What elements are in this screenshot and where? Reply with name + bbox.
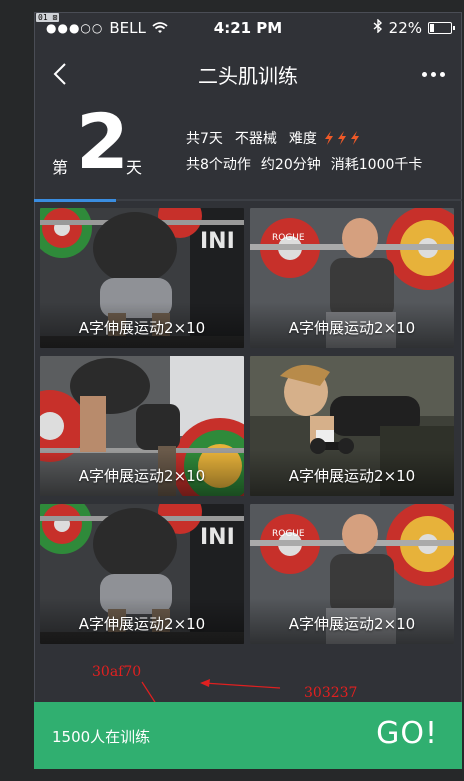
lightning-bolt-icon [350, 131, 359, 145]
bluetooth-icon [373, 18, 383, 37]
day-prefix: 第 [52, 158, 69, 177]
exercise-label: A字伸展运动2×10 [78, 319, 206, 337]
lightning-bolt-icon [324, 131, 333, 145]
difficulty-label: 难度 [288, 131, 317, 147]
exercise-card[interactable]: INI A字伸展运动2×10 [40, 504, 244, 644]
lightning-bolt-icon [337, 131, 346, 145]
exercise-label: A字伸展运动2×10 [288, 615, 416, 633]
action-count: 共8个动作 [186, 157, 251, 173]
svg-text:INI: INI [200, 229, 235, 254]
battery-icon [428, 22, 455, 34]
more-button[interactable] [418, 64, 448, 84]
day-header: 第 2 天 共7天 不器械 难度 共8个动作 约20分钟 消耗1000千卡 [34, 102, 462, 200]
plan-detail-row: 共8个动作 约20分钟 消耗1000千卡 [186, 154, 422, 174]
day-suffix: 天 [126, 158, 143, 177]
exercise-label: A字伸展运动2×10 [288, 467, 416, 485]
progress-tab-line [34, 199, 462, 202]
more-dot [430, 71, 436, 77]
svg-text:ROGUE: ROGUE [272, 529, 305, 539]
page-title: 二头肌训练 [198, 64, 298, 88]
nav-bar: 二头肌训练 [34, 52, 462, 96]
device-frame-tag: 01 ⊠ [36, 13, 60, 22]
day-number: 2 [76, 97, 129, 186]
phone-screen: ●●●○○ BELL 4:21 PM 22% 二头肌训练 第 2 天 共7天 不… [34, 12, 462, 769]
plan-summary-row: 共7天 不器械 难度 [186, 128, 361, 148]
svg-text:INI: INI [200, 525, 235, 550]
exercise-label: A字伸展运动2×10 [78, 467, 206, 485]
status-bar: ●●●○○ BELL 4:21 PM 22% [34, 12, 462, 44]
difficulty-rating [323, 131, 361, 145]
difficulty: 难度 [289, 128, 361, 148]
more-dots-icon [421, 71, 427, 77]
exercise-label: A字伸展运动2×10 [78, 615, 206, 633]
exercise-card[interactable]: ROGUE A字伸展运动2×10 [250, 504, 454, 644]
battery-percent: 22% [388, 19, 422, 37]
active-tab-indicator [34, 199, 116, 202]
total-days: 共7天 [186, 131, 223, 147]
exercise-card[interactable]: A字伸展运动2×10 [250, 356, 454, 496]
calories: 消耗1000千卡 [330, 157, 423, 173]
go-button[interactable]: GO! [376, 716, 438, 751]
svg-text:ROGUE: ROGUE [272, 233, 305, 243]
equipment-info: 不器械 [234, 131, 277, 147]
duration: 约20分钟 [260, 157, 321, 173]
exercise-label: A字伸展运动2×10 [288, 319, 416, 337]
training-count: 1500人在训练 [52, 728, 151, 746]
more-dot [439, 71, 445, 77]
exercise-card[interactable]: ROGUE A字伸展运动2×10 [250, 208, 454, 348]
exercise-card[interactable]: A字伸展运动2×10 [40, 356, 244, 496]
start-training-bar: 1500人在训练 GO! [34, 702, 462, 769]
exercise-card[interactable]: INI A字伸展运动2×10 [40, 208, 244, 348]
